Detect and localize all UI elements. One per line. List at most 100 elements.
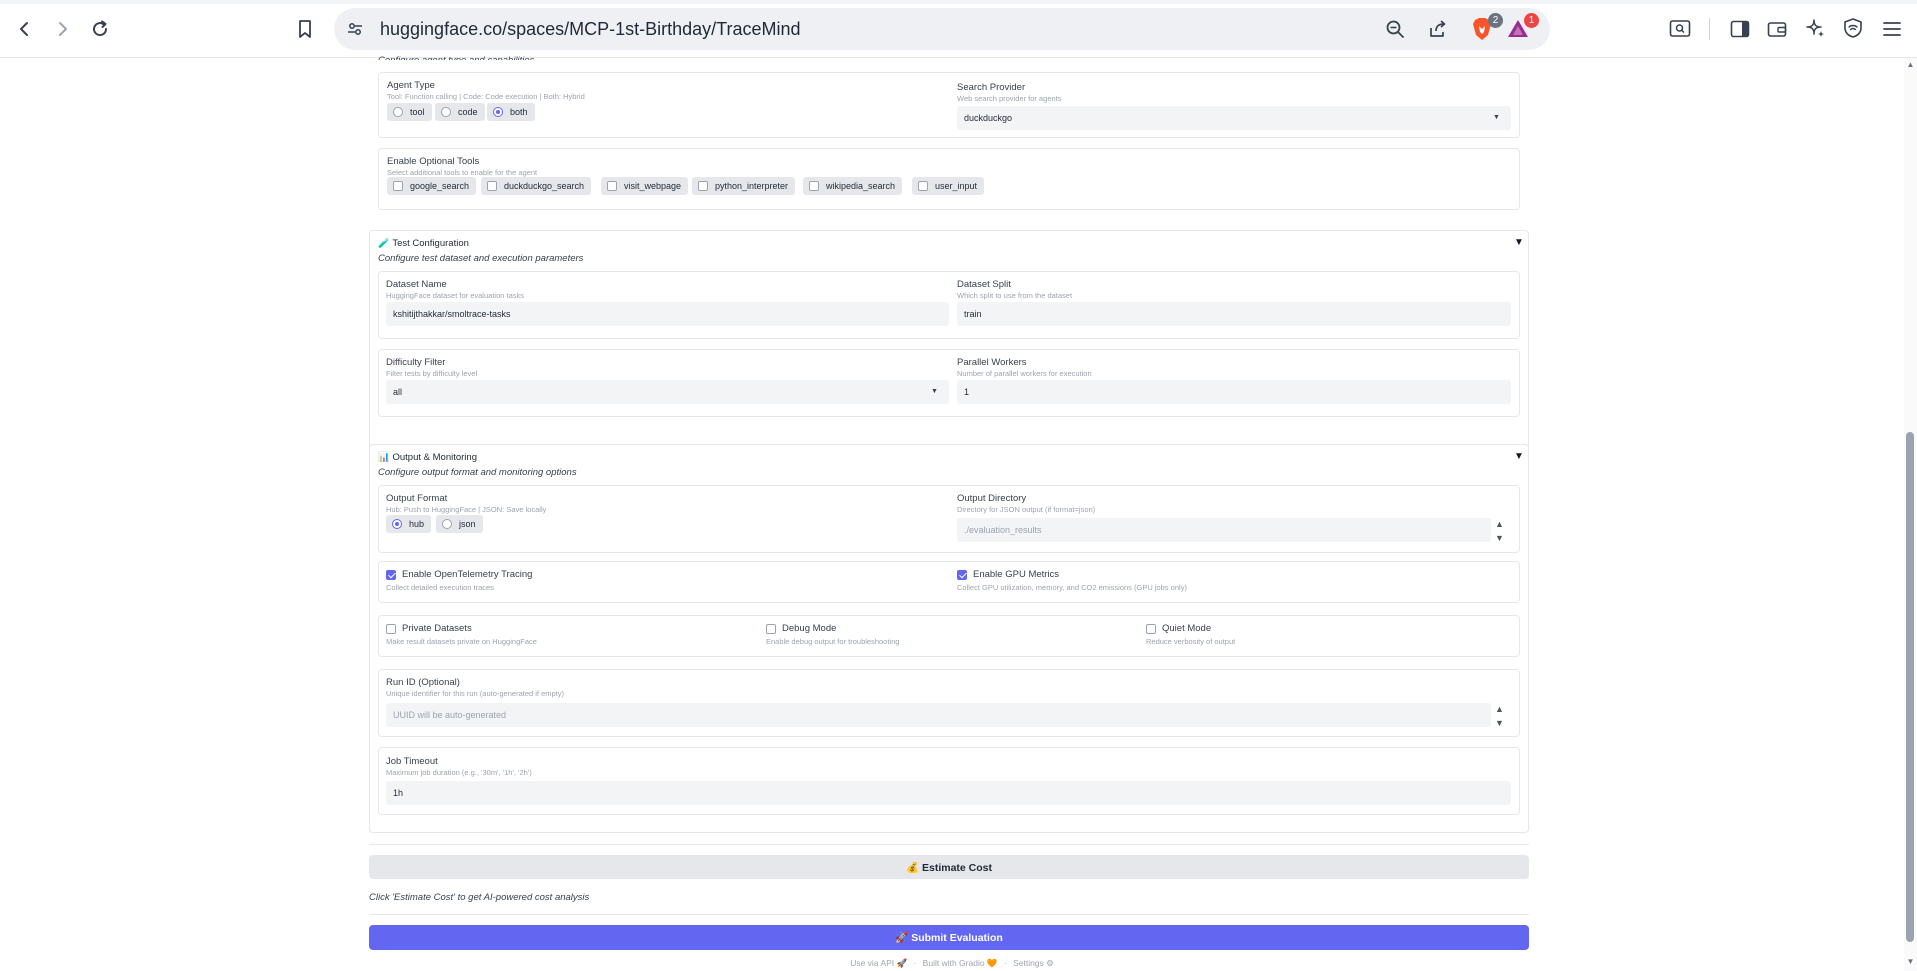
timeout-row: Job Timeout Maximum job duration (e.g., … [378, 747, 1520, 815]
difficulty-dropdown[interactable]: all [386, 380, 949, 404]
back-icon[interactable] [10, 14, 40, 44]
tab-strip-edge [0, 0, 1917, 4]
sidebar-icon[interactable] [1729, 18, 1751, 40]
address-bar[interactable]: huggingface.co/spaces/MCP-1st-Birthday/T… [334, 8, 1550, 50]
dataset-name-input[interactable]: kshitijthakkar/smoltrace-tasks [386, 302, 949, 326]
submit-evaluation-button[interactable]: 🚀 Submit Evaluation [369, 925, 1529, 950]
workers-input[interactable]: 1 [957, 380, 1511, 404]
timeout-label: Job Timeout [386, 756, 438, 767]
spin-down-icon[interactable]: ▼ [1495, 534, 1504, 543]
share-icon[interactable] [1427, 18, 1449, 40]
test-config-header[interactable]: 🧪 Test Configuration [378, 238, 469, 249]
checkbox-icon [809, 181, 819, 191]
url-text[interactable]: huggingface.co/spaces/MCP-1st-Birthday/T… [380, 19, 801, 40]
menu-icon[interactable] [1881, 18, 1903, 40]
agent-type-option-tool[interactable]: tool [387, 103, 432, 121]
run-id-input[interactable]: UUID will be auto-generated [386, 703, 1491, 727]
output-format-row: Output Format Hub: Push to HuggingFace |… [378, 485, 1520, 553]
option-label: wikipedia_search [826, 181, 896, 191]
toolbar-divider [1709, 18, 1710, 40]
search-provider-dropdown[interactable]: duckduckgo [957, 106, 1511, 130]
agent-type-label: Agent Type [387, 80, 435, 91]
gpu-checkbox[interactable] [957, 570, 967, 580]
output-format-option-hub[interactable]: hub [386, 515, 432, 533]
gpu-label[interactable]: Enable GPU Metrics [973, 569, 1059, 580]
timeout-input[interactable]: 1h [386, 781, 1511, 805]
checkbox-icon [393, 181, 403, 191]
option-label: python_interpreter [715, 181, 789, 191]
collapse-icon[interactable]: ▼ [1514, 451, 1524, 462]
bookmark-icon[interactable] [290, 14, 320, 44]
tool-visit-webpage[interactable]: visit_webpage [601, 177, 689, 195]
run-id-label: Run ID (Optional) [386, 677, 460, 688]
dataset-split-input[interactable]: train [957, 302, 1511, 326]
private-label[interactable]: Private Datasets [402, 623, 472, 634]
leo-search-icon[interactable] [1668, 18, 1692, 40]
option-label: hub [409, 519, 425, 529]
footer-separator: · [913, 958, 917, 968]
tool-google-search[interactable]: google_search [387, 177, 477, 195]
otel-checkbox[interactable] [386, 570, 396, 580]
quiet-label[interactable]: Quiet Mode [1162, 623, 1211, 634]
difficulty-row: Difficulty Filter Filter tests by diffic… [378, 349, 1520, 417]
option-label: tool [410, 107, 425, 117]
option-label: both [510, 107, 528, 117]
optional-tools-row: Enable Optional Tools Select additional … [378, 148, 1520, 210]
ai-assistant-icon[interactable] [1804, 17, 1826, 39]
difficulty-info: Filter tests by difficulty level [386, 369, 478, 378]
spin-down-icon[interactable]: ▼ [1495, 719, 1504, 728]
chevron-down-icon: ▼ [1493, 114, 1500, 121]
radio-selected-icon [493, 107, 503, 117]
agent-type-option-both[interactable]: both [487, 103, 535, 121]
output-dir-input[interactable]: ./evaluation_results [957, 518, 1491, 542]
collapse-icon[interactable]: ▼ [1514, 237, 1524, 248]
scroll-down-icon[interactable]: ▼ [1904, 957, 1917, 969]
estimate-cost-button[interactable]: 💰 Estimate Cost [369, 855, 1529, 879]
output-format-option-json[interactable]: json [436, 515, 483, 533]
footer-api-link[interactable]: Use via API 🚀 [850, 958, 907, 968]
debug-checkbox[interactable] [766, 624, 776, 634]
scroll-up-icon[interactable]: ▲ [1904, 60, 1917, 72]
private-checkbox[interactable] [386, 624, 396, 634]
option-label: google_search [410, 181, 470, 191]
search-provider-label: Search Provider [957, 82, 1026, 93]
reload-icon[interactable] [85, 14, 115, 44]
divider [369, 844, 1529, 845]
quiet-checkbox[interactable] [1146, 624, 1156, 634]
checkbox-icon [607, 181, 617, 191]
dataset-name-label: Dataset Name [386, 279, 447, 290]
test-config-desc: Configure test dataset and execution par… [378, 253, 584, 264]
estimate-hint: Click 'Estimate Cost' to get AI-powered … [369, 892, 590, 903]
radio-icon [393, 107, 403, 117]
spin-up-icon[interactable]: ▲ [1495, 705, 1504, 714]
output-dir-info: Directory for JSON output (if format=jso… [957, 505, 1096, 514]
chevron-down-icon: ▼ [931, 388, 938, 395]
debug-info: Enable debug output for troubleshooting [766, 637, 900, 646]
tool-python-interpreter[interactable]: python_interpreter [692, 177, 796, 195]
vpn-icon[interactable] [1842, 17, 1864, 39]
otel-label[interactable]: Enable OpenTelemetry Tracing [402, 569, 532, 580]
brave-shields-badge: 2 [1488, 13, 1503, 28]
tool-user-input[interactable]: user_input [912, 177, 985, 195]
workers-info: Number of parallel workers for execution [957, 369, 1092, 378]
spin-up-icon[interactable]: ▲ [1495, 520, 1504, 529]
tool-duckduckgo-search[interactable]: duckduckgo_search [481, 177, 592, 195]
dataset-split-info: Which split to use from the dataset [957, 291, 1073, 300]
dataset-split-label: Dataset Split [957, 279, 1011, 290]
radio-selected-icon [392, 519, 402, 529]
footer-settings-link[interactable]: Settings ⚙ [1013, 958, 1054, 968]
site-settings-icon[interactable] [346, 20, 364, 38]
output-header[interactable]: 📊 Output & Monitoring [378, 452, 477, 463]
agent-type-option-code[interactable]: code [435, 103, 485, 121]
forward-icon[interactable] [47, 14, 77, 44]
wallet-icon[interactable] [1766, 18, 1788, 40]
tool-wikipedia-search[interactable]: wikipedia_search [803, 177, 903, 195]
timeout-info: Maximum job duration (e.g., '30m', '1h',… [386, 768, 532, 777]
debug-label[interactable]: Debug Mode [782, 623, 836, 634]
output-format-label: Output Format [386, 493, 448, 504]
radio-icon [442, 519, 452, 529]
scrollbar-thumb[interactable] [1906, 432, 1914, 942]
zoom-icon[interactable] [1384, 18, 1406, 40]
workers-label: Parallel Workers [957, 357, 1027, 368]
footer-gradio-link[interactable]: Built with Gradio 🧡 [923, 958, 998, 968]
